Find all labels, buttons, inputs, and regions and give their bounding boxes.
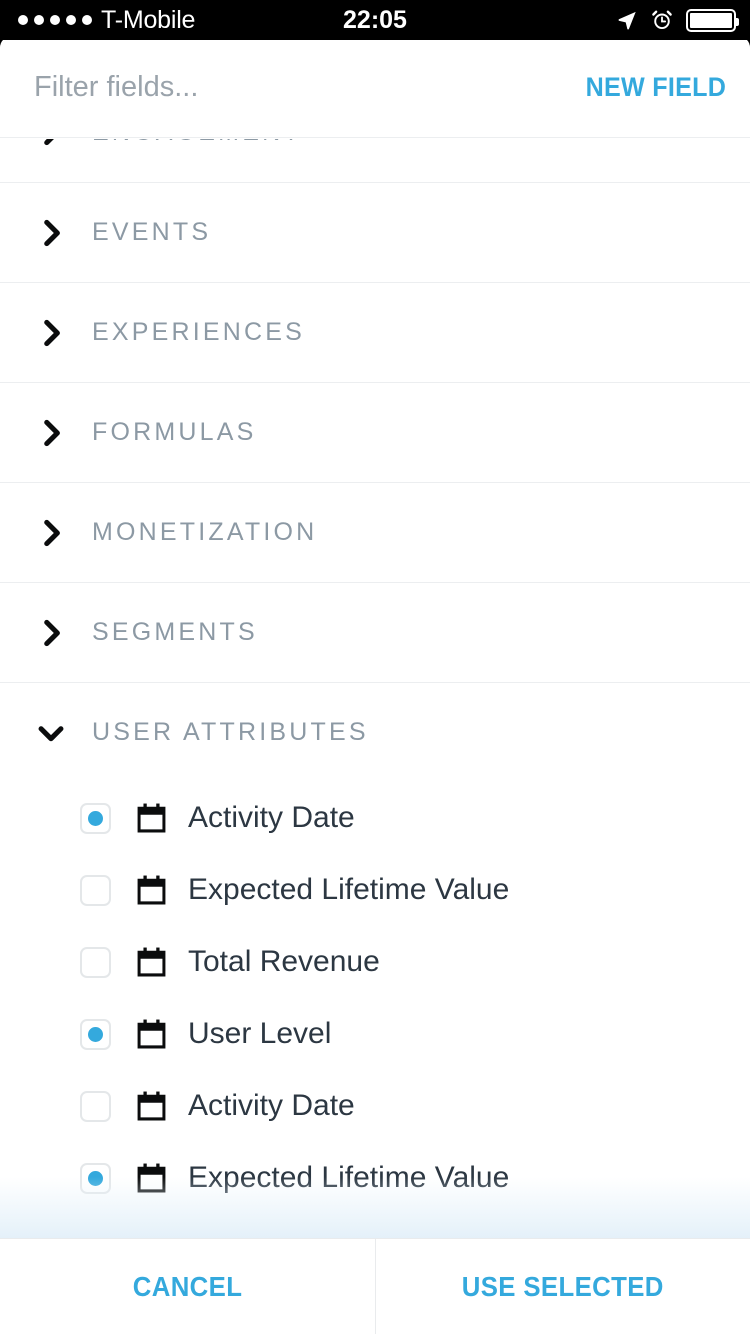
field-row[interactable]: Activity Date <box>0 782 750 854</box>
checkbox-dot <box>88 1170 103 1186</box>
field-row[interactable]: Expected Lifetime Value <box>0 854 750 926</box>
field-checkbox[interactable] <box>80 874 111 906</box>
calendar-icon <box>137 1091 166 1121</box>
chevron-right-icon <box>44 139 54 146</box>
field-row[interactable]: User Level <box>0 998 750 1070</box>
field-row[interactable]: Activity Date <box>0 1070 750 1142</box>
checkbox-dot <box>88 1099 103 1114</box>
field-checkbox[interactable] <box>80 1018 111 1050</box>
field-checkbox[interactable] <box>80 1090 111 1122</box>
filter-fields-input[interactable] <box>34 66 514 108</box>
section-row[interactable]: EVENTS <box>0 182 750 282</box>
status-bar: T-Mobile 22:05 <box>0 0 750 40</box>
section-label: MONETIZATION <box>92 518 318 546</box>
use-selected-button-label: USE SELECTED <box>461 1270 664 1302</box>
field-row[interactable]: Total Revenue <box>0 926 750 998</box>
section-row[interactable]: ENGAGEMENT <box>0 139 750 182</box>
checkbox-dot <box>88 883 103 898</box>
section-label: SEGMENTS <box>92 618 258 646</box>
calendar-icon <box>137 875 166 905</box>
fields-scroll-area[interactable]: ENGAGEMENT EVENTS EXPERIENCES FORMULAS MONET… <box>0 139 750 1239</box>
calendar-icon <box>137 1163 166 1193</box>
cancel-button[interactable]: CANCEL <box>0 1239 375 1334</box>
new-field-button[interactable]: NEW FIELD <box>585 64 726 110</box>
sheet-header: NEW FIELD <box>0 36 750 138</box>
section-row[interactable]: USER ATTRIBUTES <box>0 682 750 782</box>
chevron-right-icon <box>44 619 60 646</box>
location-arrow-icon <box>618 11 636 30</box>
status-bar-right <box>616 0 739 40</box>
section-row[interactable]: EXPERIENCES <box>0 282 750 382</box>
fields-list: ENGAGEMENT EVENTS EXPERIENCES FORMULAS MONET… <box>0 139 750 1214</box>
field-row[interactable]: Expected Lifetime Value <box>0 1142 750 1214</box>
field-picker-sheet: NEW FIELD ENGAGEMENT EVENTS EXPERIENCES FOR… <box>0 36 750 1334</box>
calendar-icon <box>137 803 166 833</box>
field-checkbox[interactable] <box>80 946 111 978</box>
calendar-icon <box>137 1019 166 1049</box>
chevron-right-icon <box>44 219 60 246</box>
chevron-right-icon <box>44 319 60 346</box>
battery-fill <box>690 12 732 28</box>
field-label: Expected Lifetime Value <box>188 873 510 906</box>
battery-icon <box>686 8 739 32</box>
footer-action-bar: CANCEL USE SELECTED <box>0 1238 750 1334</box>
section-label: USER ATTRIBUTES <box>92 718 369 746</box>
calendar-icon <box>137 947 166 977</box>
field-label: Activity Date <box>188 801 355 834</box>
section-label: ENGAGEMENT <box>92 139 302 147</box>
phone-screen: T-Mobile 22:05 NEW FIELD <box>0 0 750 1334</box>
checkbox-dot <box>88 810 103 826</box>
chevron-right-icon <box>44 519 60 546</box>
cancel-button-label: CANCEL <box>132 1270 243 1302</box>
chevron-down-icon <box>38 725 64 741</box>
use-selected-button[interactable]: USE SELECTED <box>376 1239 750 1334</box>
section-label: EVENTS <box>92 218 212 246</box>
alarm-clock-icon <box>652 10 672 30</box>
field-label: Activity Date <box>188 1089 355 1122</box>
section-label: FORMULAS <box>92 418 257 446</box>
checkbox-dot <box>88 1026 103 1042</box>
field-checkbox[interactable] <box>80 802 111 834</box>
section-label: EXPERIENCES <box>92 318 306 346</box>
chevron-right-icon <box>44 419 60 446</box>
section-row[interactable]: SEGMENTS <box>0 582 750 682</box>
section-row[interactable]: FORMULAS <box>0 382 750 482</box>
sections-host: ENGAGEMENT EVENTS EXPERIENCES FORMULAS MONET… <box>0 139 750 1214</box>
section-row[interactable]: MONETIZATION <box>0 482 750 582</box>
field-label: Total Revenue <box>188 945 380 978</box>
field-checkbox[interactable] <box>80 1162 111 1194</box>
field-label: Expected Lifetime Value <box>188 1161 510 1194</box>
checkbox-dot <box>88 955 103 970</box>
field-label: User Level <box>188 1017 332 1050</box>
